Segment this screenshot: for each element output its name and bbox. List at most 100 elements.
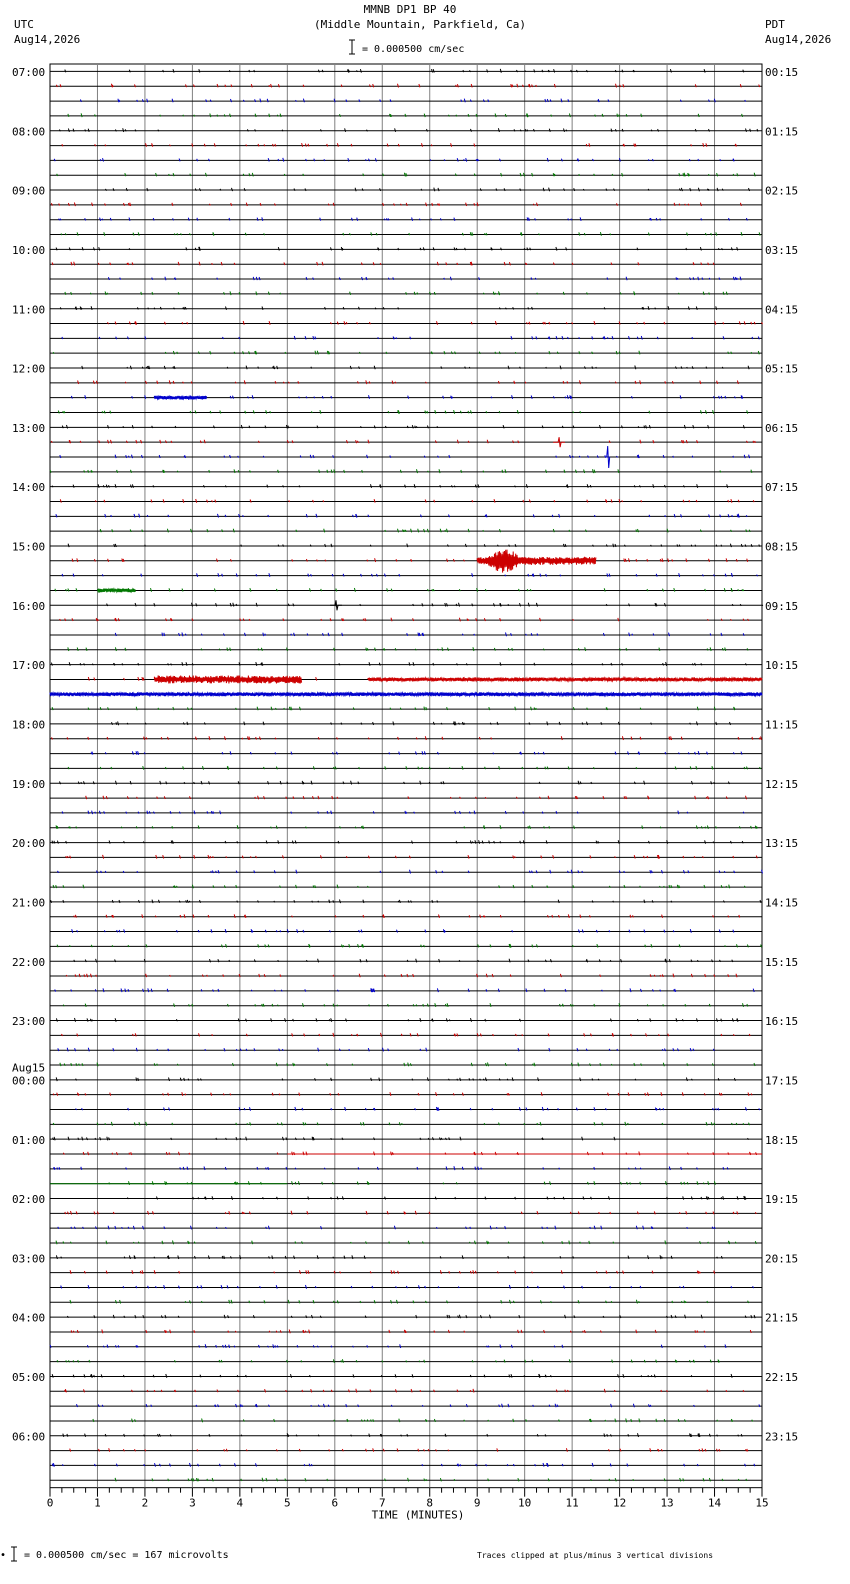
right-hour-label: 07:15 [765, 481, 798, 494]
trace-noise [55, 513, 748, 518]
trace-noise [52, 1136, 749, 1141]
trace-noise [59, 498, 755, 503]
x-tick-label: 0 [47, 1497, 54, 1510]
trace-noise [62, 1151, 758, 1156]
left-hour-label: 21:00 [12, 896, 45, 909]
trace-noise [62, 1433, 743, 1438]
right-hour-label: 22:15 [765, 1371, 798, 1384]
right-hour-label: 12:15 [765, 778, 798, 791]
left-hour-label: 18:00 [12, 719, 45, 732]
trace-noise [77, 380, 739, 385]
left-hour-label: 13:00 [12, 422, 45, 435]
trace-noise [90, 750, 743, 755]
trace-noise [52, 350, 760, 355]
trace-noise [57, 1225, 716, 1230]
trace-noise [54, 587, 745, 592]
trace-noise [76, 1403, 761, 1408]
trace-noise [69, 1299, 750, 1304]
trace-noise [55, 1255, 723, 1260]
trace-noise [60, 231, 761, 236]
x-tick-label: 11 [566, 1497, 579, 1510]
trace-event [153, 675, 303, 684]
trace-noise [66, 1314, 756, 1319]
left-hour-label: 04:00 [12, 1312, 45, 1325]
left-hour-label: 23:00 [12, 1015, 45, 1028]
trace-event [97, 587, 136, 594]
trace-noise [51, 1373, 733, 1378]
left-hour-label: 17:00 [12, 659, 45, 672]
trace-noise [126, 1195, 747, 1200]
trace-noise [111, 721, 731, 726]
trace-noise [59, 454, 751, 459]
trace-noise [57, 1047, 715, 1052]
trace-noise [58, 217, 748, 222]
footer-clip-note: Traces clipped at plus/minus 3 vertical … [477, 1551, 714, 1560]
right-hour-label: 23:15 [765, 1430, 798, 1443]
trace-noise [65, 854, 758, 859]
trace-noise [49, 469, 753, 474]
left-hour-label: 00:00 [12, 1074, 45, 1087]
left-hour-label: 19:00 [12, 778, 45, 791]
x-tick-label: 13 [660, 1497, 673, 1510]
trace-noise [57, 409, 749, 414]
left-hour-label: 08:00 [12, 125, 45, 138]
trace-event [605, 445, 611, 469]
date-change-label: Aug15 [12, 1061, 45, 1074]
right-hour-label: 21:15 [765, 1312, 798, 1325]
left-hour-label: 11:00 [12, 303, 45, 316]
right-hour-label: 09:15 [765, 600, 798, 613]
right-hour-label: 00:15 [765, 66, 798, 79]
x-tick-label: 14 [708, 1497, 722, 1510]
trace-event [367, 675, 763, 683]
trace-noise [71, 558, 749, 563]
x-tick-label: 10 [518, 1497, 531, 1510]
x-tick-label: 15 [755, 1497, 768, 1510]
trace-noise [114, 1477, 748, 1482]
trace-noise [51, 840, 744, 844]
right-hour-label: 13:15 [765, 837, 798, 850]
trace-noise [108, 1181, 716, 1186]
trace-noise [52, 1121, 750, 1126]
trace-event [330, 600, 342, 611]
trace-noise [59, 617, 750, 622]
right-hour-label: 17:15 [765, 1074, 798, 1087]
x-tick-label: 1 [94, 1497, 101, 1510]
right-hour-label: 01:15 [765, 125, 798, 138]
footer-marker: ∙ [0, 1550, 7, 1561]
trace-noise [62, 1003, 749, 1008]
left-hour-label: 09:00 [12, 185, 45, 198]
footer-scale-bar-icon [11, 1546, 17, 1562]
left-hour-label: 20:00 [12, 837, 45, 850]
trace-noise [71, 928, 735, 933]
seismogram-plot: 07:00 08:00 09:00 10:00 11:00 12:00 13:00 14:00… [11, 39, 798, 1562]
plot-frame [49, 63, 763, 1489]
left-hour-label: 16:00 [12, 600, 45, 613]
trace-noise [64, 291, 728, 296]
trace-noise [61, 335, 760, 340]
trace-noise [61, 424, 745, 429]
trace-noise [58, 128, 759, 133]
right-hour-label: 15:15 [765, 956, 798, 969]
left-hour-label: 01:00 [12, 1134, 45, 1147]
trace-noise [64, 68, 745, 73]
right-hour-label: 19:15 [765, 1193, 798, 1206]
trace-noise [53, 1166, 729, 1171]
x-tick-label: 12 [613, 1497, 626, 1510]
trace-noise [60, 1284, 755, 1289]
trace-noise [67, 113, 744, 118]
trace-noise [79, 98, 747, 103]
right-hour-label: 03:15 [765, 244, 798, 257]
x-tick-label: 6 [331, 1497, 338, 1510]
x-tick-label: 3 [189, 1497, 196, 1510]
x-tick-label: 2 [142, 1497, 149, 1510]
trace-noise [65, 973, 738, 978]
left-hour-label: 10:00 [12, 244, 45, 257]
trace-noise [59, 1062, 756, 1067]
left-hour-label: 05:00 [12, 1371, 45, 1384]
x-tick-label: 4 [237, 1497, 244, 1510]
trace-noise [53, 157, 735, 162]
trace-noise [52, 1092, 753, 1097]
trace-noise [55, 825, 758, 830]
right-hour-label: 14:15 [765, 896, 798, 909]
trace-noise [105, 187, 750, 192]
